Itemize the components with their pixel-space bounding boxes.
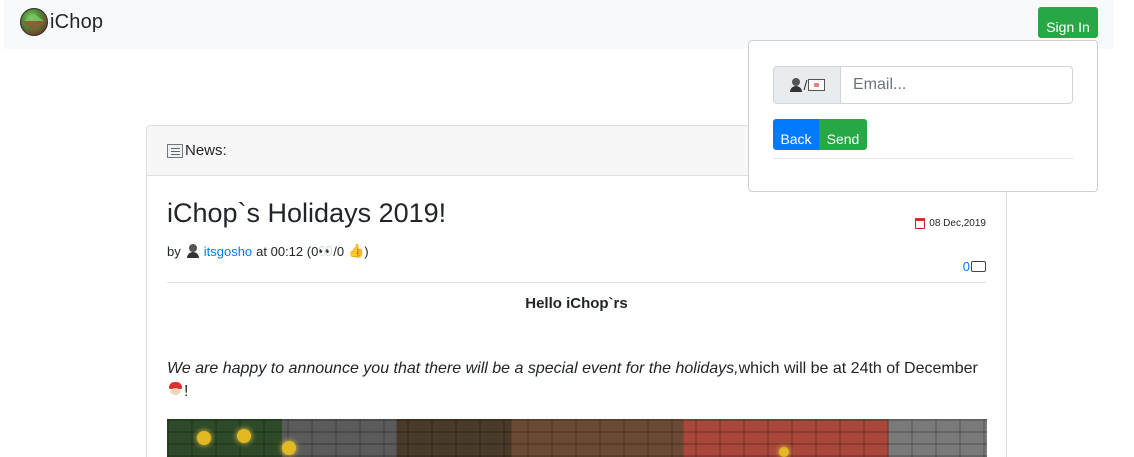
post-meta: by itsgosho at 00:12 (0 👀 /0 👍 ) — [167, 243, 369, 259]
light-decoration — [237, 429, 251, 443]
comment-count[interactable]: 0 — [963, 259, 970, 274]
email-input-group: / — [773, 66, 1073, 104]
post-image — [167, 419, 987, 457]
comments-link[interactable]: 0 — [963, 256, 986, 274]
sign-in-button[interactable]: Sign In — [1038, 7, 1098, 38]
calendar-icon — [915, 218, 926, 229]
brand-name: iChop — [50, 10, 104, 33]
meta-views: /0 — [333, 243, 345, 259]
post-greeting: Hello iChop`rs — [525, 295, 628, 312]
santa-icon — [167, 382, 184, 399]
popover-divider — [773, 158, 1073, 159]
meta-time: at 00:12 (0 — [256, 243, 319, 259]
post-body-normal: which will be at 24th of December — [738, 360, 978, 377]
post-date: 08 Dec,2019 — [915, 218, 986, 229]
news-header-label: News: — [185, 142, 227, 159]
author-link[interactable]: itsgosho — [204, 244, 252, 259]
back-button[interactable]: Back — [773, 119, 819, 150]
post-date-text: 08 Dec,2019 — [929, 218, 986, 229]
newspaper-icon — [167, 143, 183, 158]
ichop-logo-icon — [20, 8, 48, 36]
post-body-italic: We are happy to announce you that there … — [167, 360, 739, 377]
email-input-prefix: / — [773, 66, 841, 104]
send-button[interactable]: Send — [819, 119, 867, 150]
user-icon — [789, 78, 803, 92]
post-title: iChop`s Holidays 2019! — [167, 198, 447, 228]
post-divider — [167, 282, 986, 283]
meta-close: ) — [364, 243, 369, 259]
meta-by: by — [167, 243, 181, 259]
email-input[interactable] — [841, 66, 1073, 104]
author-avatar-icon — [186, 244, 200, 258]
post-body-end: ! — [184, 383, 189, 400]
comment-icon[interactable] — [971, 256, 986, 272]
brand-link[interactable]: iChop — [20, 8, 103, 36]
mail-icon — [808, 79, 826, 91]
login-popover: / Back Send — [748, 40, 1098, 192]
light-decoration — [197, 431, 211, 445]
post-body: We are happy to announce you that there … — [167, 357, 987, 403]
eyes-icon: 👀 — [318, 244, 334, 258]
torch-light — [779, 447, 789, 457]
light-decoration — [282, 441, 296, 455]
thumbs-up-icon[interactable]: 👍 — [348, 243, 364, 259]
